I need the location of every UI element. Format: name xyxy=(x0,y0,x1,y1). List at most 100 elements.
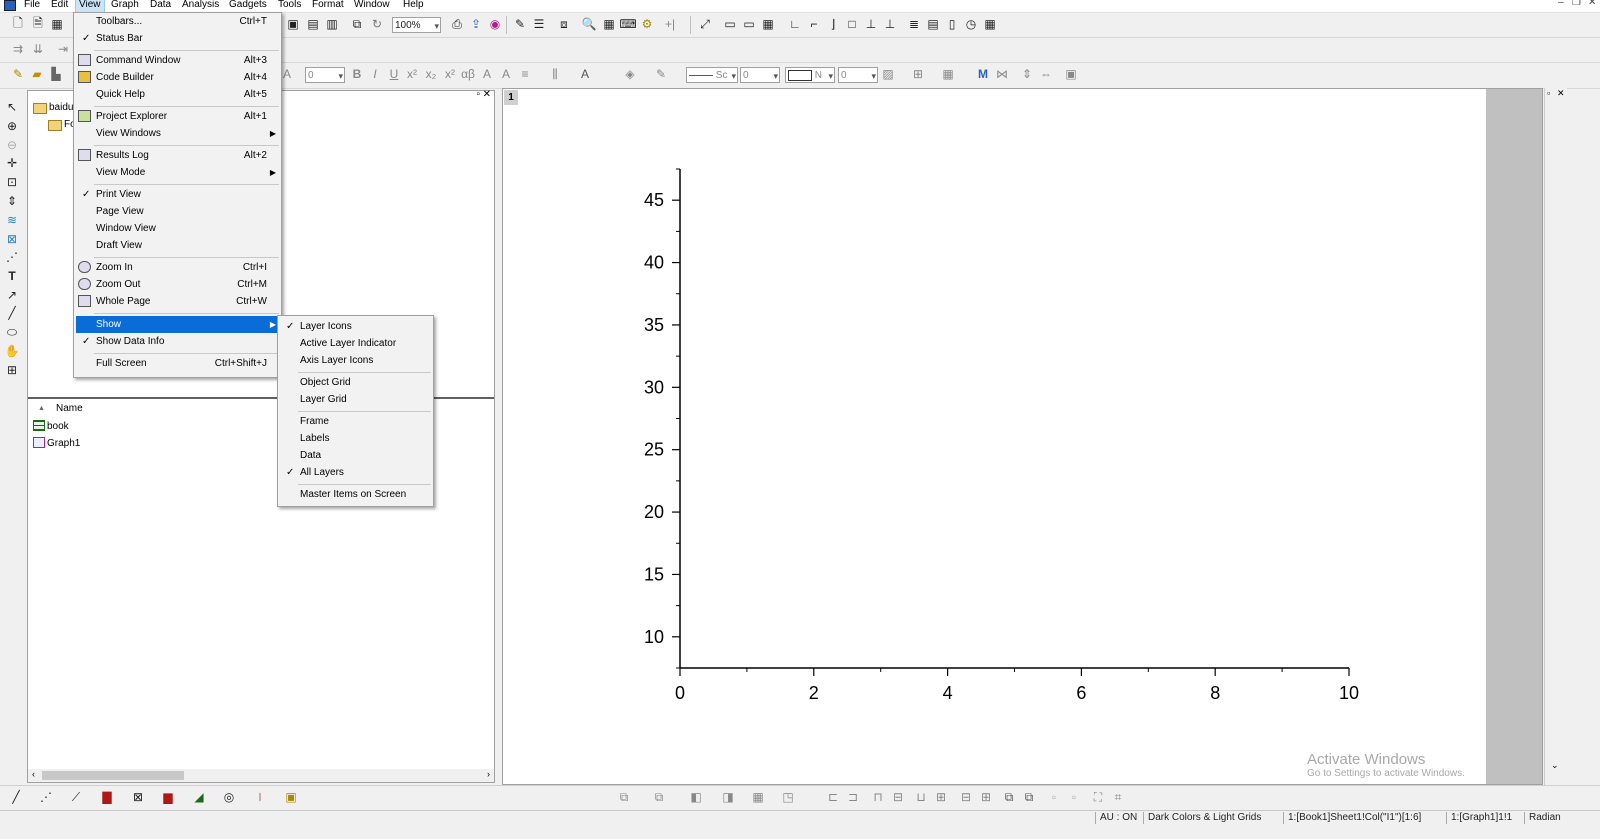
menu-tools[interactable]: Tools xyxy=(275,0,304,12)
same-width-icon[interactable]: ⧉ xyxy=(1001,789,1017,805)
menu-item-object-grid[interactable]: Object Grid xyxy=(280,374,431,391)
menu-data[interactable]: Data xyxy=(147,0,174,12)
align-left-icon[interactable]: ≡ xyxy=(518,66,532,82)
menu-item-view-windows[interactable]: View Windows ▶ xyxy=(76,125,279,142)
polar-chart-icon[interactable]: ◎ xyxy=(221,789,237,805)
menu-item-whole-page[interactable]: Whole Page Ctrl+W xyxy=(76,293,279,310)
menu-item-window-view[interactable]: Window View xyxy=(76,220,279,237)
column-chart-icon[interactable]: ▇ xyxy=(99,789,115,805)
border-icon[interactable]: ⊞ xyxy=(910,66,926,82)
draw-data-icon[interactable]: ⋰ xyxy=(4,249,20,265)
menu-format[interactable]: Format xyxy=(309,0,347,12)
scroll-right-icon[interactable]: › xyxy=(487,769,490,779)
menu-graph[interactable]: Graph xyxy=(108,0,142,12)
new-project-icon[interactable]: 🗋 xyxy=(10,16,26,32)
send-back-icon[interactable]: ◨ xyxy=(720,789,736,805)
line-plot-icon[interactable]: ╱ xyxy=(8,789,24,805)
zoom-out-icon[interactable]: ⊖ xyxy=(4,137,20,153)
scatter-plot-icon[interactable]: ⋰ xyxy=(38,789,54,805)
menu-item-active-layer-indicator[interactable]: Active Layer Indicator xyxy=(280,335,431,352)
shape-tool-icon[interactable]: ⬭ xyxy=(4,324,20,340)
new-layout-icon[interactable]: ▥ xyxy=(324,16,340,32)
font-size-combo[interactable]: 0 ▾ xyxy=(305,67,345,83)
project-tree-icon[interactable]: ⧈ xyxy=(556,16,572,32)
info-icon[interactable]: ▯ xyxy=(944,16,960,32)
distribute-h-icon[interactable]: ⊟ xyxy=(958,789,974,805)
distribute-v-icon[interactable]: ⊞ xyxy=(978,789,994,805)
layer-grid-icon[interactable]: ▦ xyxy=(760,16,776,32)
menu-analysis[interactable]: Analysis xyxy=(179,0,222,12)
template-icon[interactable]: ▣ xyxy=(283,789,299,805)
menu-item-data[interactable]: Data xyxy=(280,447,431,464)
rescale-icon[interactable]: ⤢ xyxy=(697,16,713,32)
list-icon[interactable]: ≣ xyxy=(906,16,922,32)
scroll-left-icon[interactable]: ‹ xyxy=(32,769,35,779)
grid-arrange-icon[interactable]: ▦ xyxy=(750,789,766,805)
bring-front-icon[interactable]: ◧ xyxy=(688,789,704,805)
scroll-thumb[interactable] xyxy=(42,771,184,780)
scroll-down-icon[interactable]: ⌄ xyxy=(1551,760,1559,771)
close-icon[interactable]: ✕ xyxy=(1588,0,1596,8)
new-matrix-icon[interactable]: ▤ xyxy=(305,16,321,32)
menu-item-results-log[interactable]: Results Log Alt+2 xyxy=(76,147,279,164)
align-left-icon[interactable]: ⊏ xyxy=(825,789,841,805)
menu-item-zoom-in[interactable]: Zoom In Ctrl+I xyxy=(76,259,279,276)
axis-bottom-left-icon[interactable]: ∟ xyxy=(787,16,803,32)
fit-page-icon[interactable]: ⛶ xyxy=(1090,789,1106,805)
menu-item-master-items[interactable]: Master Items on Screen xyxy=(280,486,431,503)
menu-help[interactable]: Help xyxy=(400,0,427,12)
code-builder-icon[interactable]: ✎ xyxy=(512,16,528,32)
layers-icon[interactable]: ⧉ xyxy=(651,789,667,805)
results-log-icon[interactable]: ☰ xyxy=(531,16,547,32)
dock-pin-icon[interactable]: ▫ xyxy=(1547,88,1550,98)
table-icon[interactable]: ▦ xyxy=(982,16,998,32)
greek-icon[interactable]: αβ xyxy=(461,66,475,82)
italic-icon[interactable]: I xyxy=(368,66,382,82)
align-right-icon[interactable]: ⊐ xyxy=(845,789,861,805)
align-vcenter-icon[interactable]: ⊞ xyxy=(933,789,949,805)
subscript-icon[interactable]: x₂ xyxy=(424,66,438,82)
spread-icon[interactable]: ⇕ xyxy=(1019,66,1035,82)
custom-routine-icon[interactable]: ⌨ xyxy=(619,16,636,32)
axis-ticks-2-icon[interactable]: ⊥ xyxy=(882,16,898,32)
merge-icon[interactable]: M xyxy=(975,66,991,82)
data-reader-icon[interactable]: ⇕ xyxy=(4,193,20,209)
menu-item-labels[interactable]: Labels xyxy=(280,430,431,447)
crop-icon[interactable]: ⌗ xyxy=(1110,789,1126,805)
menu-item-code-builder[interactable]: Code Builder Alt+4 xyxy=(76,69,279,86)
zoom-pan-icon[interactable]: ⊞ xyxy=(4,362,20,378)
menu-item-draft-view[interactable]: Draft View xyxy=(76,237,279,254)
stock-chart-icon[interactable]: ⧘ xyxy=(252,789,268,805)
command-window-icon[interactable]: ⚙ xyxy=(639,16,655,32)
export-icon[interactable]: ⇪ xyxy=(468,16,484,32)
resize-icon[interactable]: ◳ xyxy=(780,789,796,805)
increase-font-icon[interactable]: A xyxy=(480,66,494,82)
menu-item-page-view[interactable]: Page View xyxy=(76,203,279,220)
panel-pin-icon[interactable]: ▫ xyxy=(476,89,480,100)
axis-ticks-icon[interactable]: ⊥ xyxy=(863,16,879,32)
menu-item-zoom-out[interactable]: Zoom Out Ctrl+M xyxy=(76,276,279,293)
menu-item-layer-grid[interactable]: Layer Grid xyxy=(280,391,431,408)
box-num-combo[interactable]: 0 ▾ xyxy=(838,67,878,83)
pointer-icon[interactable]: ↖ xyxy=(4,99,20,115)
underline-icon[interactable]: U xyxy=(387,66,401,82)
minimize-icon[interactable]: – xyxy=(1558,0,1564,8)
layout-page-icon[interactable]: ◉ xyxy=(487,16,503,32)
layer-1-icon[interactable]: ▭ xyxy=(722,16,738,32)
collapse-icon[interactable]: ⇔ xyxy=(1038,66,1054,82)
move-down-icon[interactable]: ⇊ xyxy=(30,41,46,57)
clock-icon[interactable]: ◷ xyxy=(963,16,979,32)
text-tool-icon[interactable]: T xyxy=(4,268,20,284)
column-header-name[interactable]: Name xyxy=(56,403,83,414)
align-top-icon[interactable]: ⊓ xyxy=(870,789,886,805)
axis-top-left-icon[interactable]: ⌐ xyxy=(806,16,822,32)
new-graph-icon[interactable]: ▣ xyxy=(285,16,301,32)
data-selector-icon[interactable]: ⊡ xyxy=(4,174,20,190)
list-item-graph1[interactable]: Graph1 xyxy=(47,438,80,449)
refresh-icon[interactable]: ↻ xyxy=(369,16,385,32)
brush-icon[interactable]: ▙ xyxy=(48,66,64,82)
supsub-icon[interactable]: x² xyxy=(443,66,457,82)
axis-right-icon[interactable]: ⌋ xyxy=(825,16,841,32)
align-col-icon[interactable]: ⫼ xyxy=(548,66,562,82)
hand-icon[interactable]: ✋ xyxy=(4,343,20,359)
